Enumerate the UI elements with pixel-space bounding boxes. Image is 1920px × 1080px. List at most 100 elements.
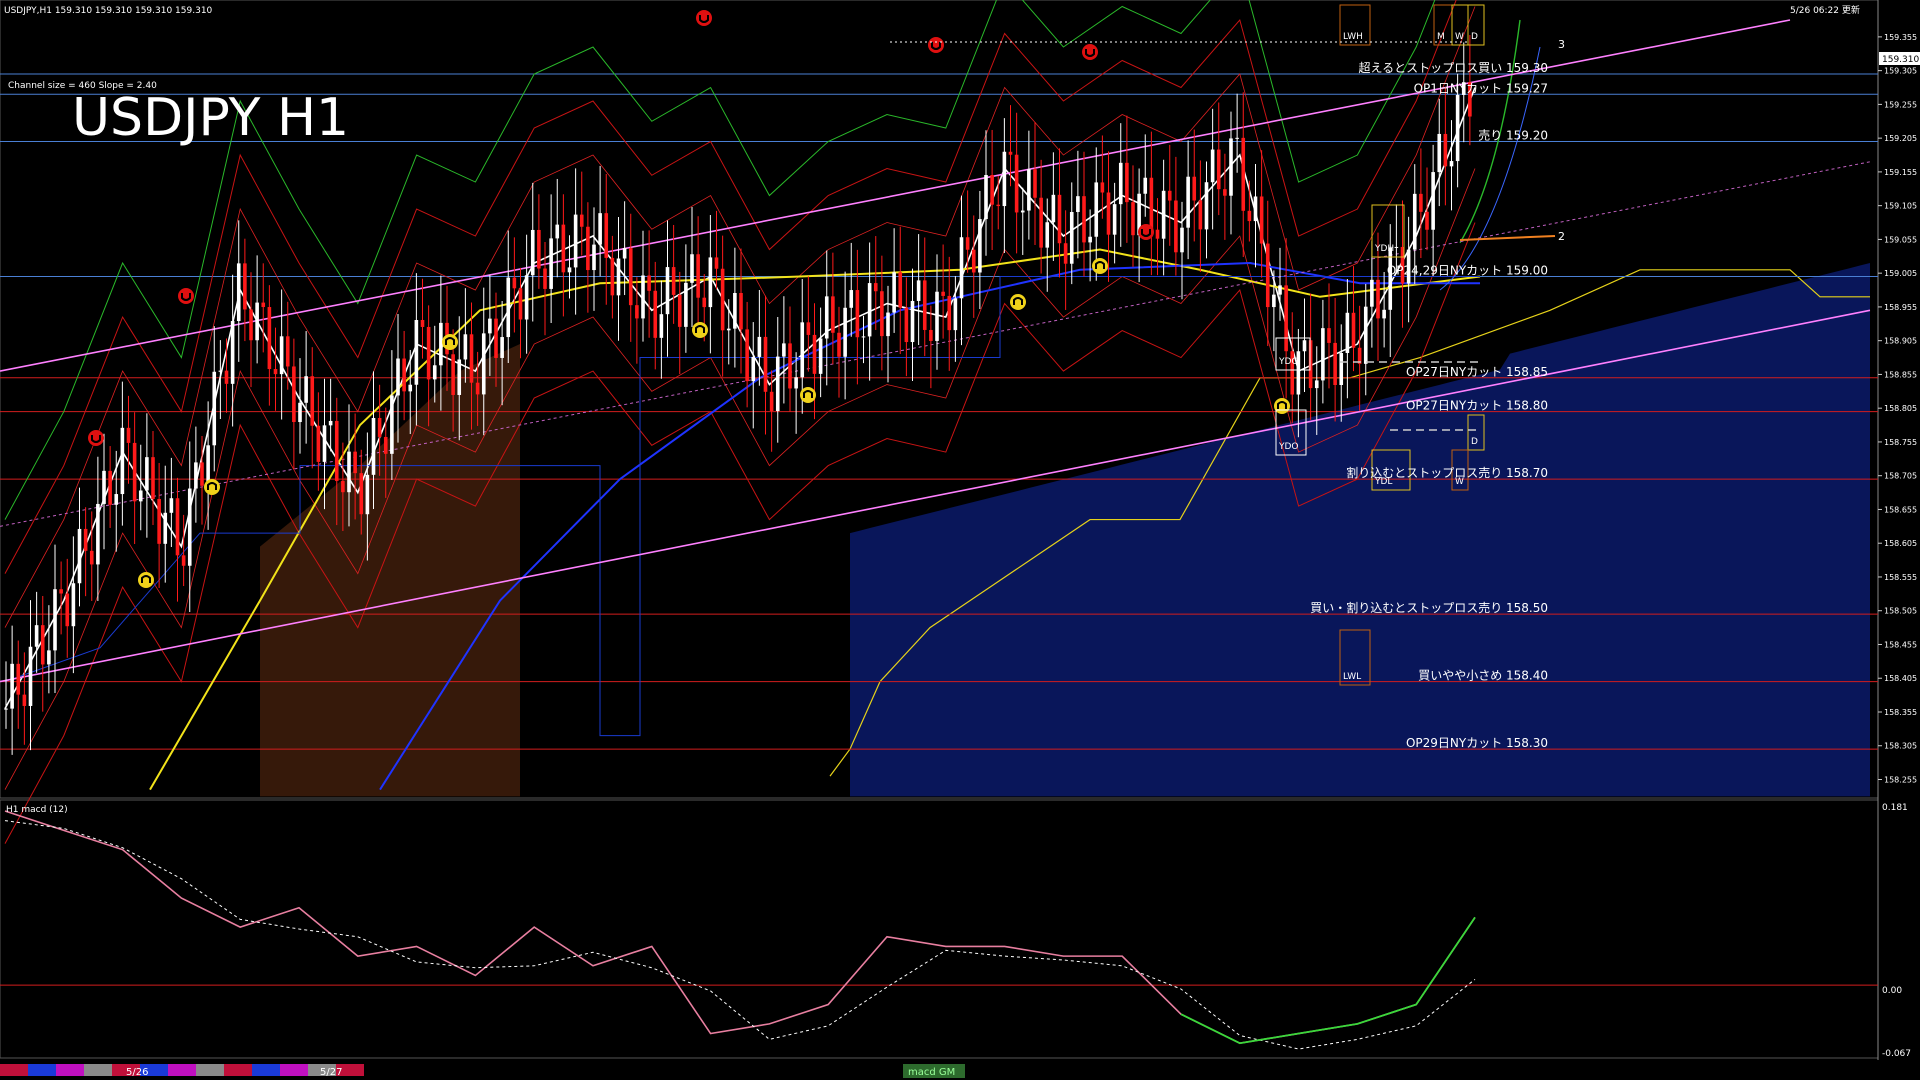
reference-box-label: M [1437,32,1445,42]
candle-body [971,249,976,273]
candle-body [641,275,645,319]
candle-body [567,267,572,273]
price-tick-label: 158.755 [1884,438,1917,447]
buy-signal-icon [692,322,708,338]
current-price-value: 159.310 [1882,55,1919,65]
candle-body [720,268,725,331]
candle-body [610,257,615,296]
candle-body [1284,285,1288,352]
candle-body [1314,380,1319,389]
candle-body [1008,151,1013,155]
candle-body [1186,176,1190,228]
candle-body [457,359,462,395]
price-tick-label: 159.005 [1884,269,1917,278]
candle-body [849,290,854,308]
candle-body [304,376,308,403]
price-tick-label: 158.805 [1884,404,1917,413]
candle-body [751,356,756,382]
candle-body [169,498,174,513]
candle-body [800,322,805,378]
channel-number-2: 2 [1558,230,1565,243]
candle-body [579,214,584,227]
price-axis: 159.355 159.305 159.255 159.205 159.155 159.1… [1878,33,1917,784]
candle-body [1223,189,1227,196]
time-segment [252,1064,280,1076]
candle-body [573,214,578,268]
macd-panel [0,799,1879,1059]
candle-body [518,288,523,320]
candle-body [1155,229,1160,239]
candle-body [1149,177,1154,230]
candle-body [953,298,958,331]
time-segment [28,1064,56,1076]
candle-body [788,343,792,389]
sell-signal-icon [88,430,104,446]
candle-body [671,267,676,295]
level-label: OP24,29日NYカット 159.00 [1387,264,1548,278]
channel-number-3: 3 [1558,38,1565,51]
price-tick-label: 158.705 [1884,472,1917,481]
candle-body [1094,182,1099,237]
price-tick-label: 159.055 [1884,235,1917,244]
candle-body [1216,149,1221,190]
macd-tab-label: macd GM [908,1067,955,1078]
candle-body [1027,169,1031,211]
reference-box-label: W [1455,32,1464,42]
candle-body [714,257,719,269]
candle-body [524,275,529,320]
reference-box-label: YDO [1278,442,1299,452]
candle-body [855,290,860,338]
candle-body [310,376,315,426]
candle-body [108,470,112,505]
candle-body [1278,285,1282,295]
candle-body [377,417,382,437]
buy-signal-icon [204,479,220,495]
time-segment [196,1064,224,1076]
candle-body [586,226,590,271]
candle-body [512,277,517,289]
candle-body [1333,342,1337,385]
candle-body [506,277,511,338]
candle-body [1088,236,1092,243]
candle-body [726,328,731,331]
candle-body [151,457,155,499]
candle-body [89,550,94,565]
candle-body [230,321,235,384]
candle-body [316,425,321,462]
candle-body [1235,137,1239,139]
candle-body [494,318,498,358]
candle-body [904,307,909,343]
candle-body [243,263,247,310]
candle-body [16,663,21,695]
candle-body [322,425,327,462]
candle-body [898,272,903,308]
candle-body [892,272,896,313]
sell-signal-icon [178,288,194,304]
candle-body [475,382,480,395]
candle-body [806,322,811,335]
price-tick-label: 159.255 [1884,100,1917,109]
candle-body [1321,328,1325,381]
candle-body [831,296,835,333]
candle-body [4,708,8,710]
time-segment [224,1064,252,1076]
macd-title: H1 macd (12) [6,805,68,815]
candle-body [334,420,339,481]
candle-body [212,371,217,446]
level-label: OP1日NYカット 159.27 [1414,81,1548,95]
candle-body [255,302,259,341]
candle-body [439,322,443,366]
price-tick-label: 158.455 [1884,640,1917,649]
candle-body [555,224,560,239]
candle-body [873,283,878,292]
candle-body [1051,194,1056,223]
candle-body [469,334,474,383]
candle-body [733,292,737,329]
sell-signal-icon [1138,224,1154,240]
candle-body [65,593,70,627]
candle-body [426,326,431,380]
candle-body [543,268,547,289]
buy-signal-icon [138,572,154,588]
sell-signal-icon [1082,44,1098,60]
candle-body [1161,190,1166,239]
